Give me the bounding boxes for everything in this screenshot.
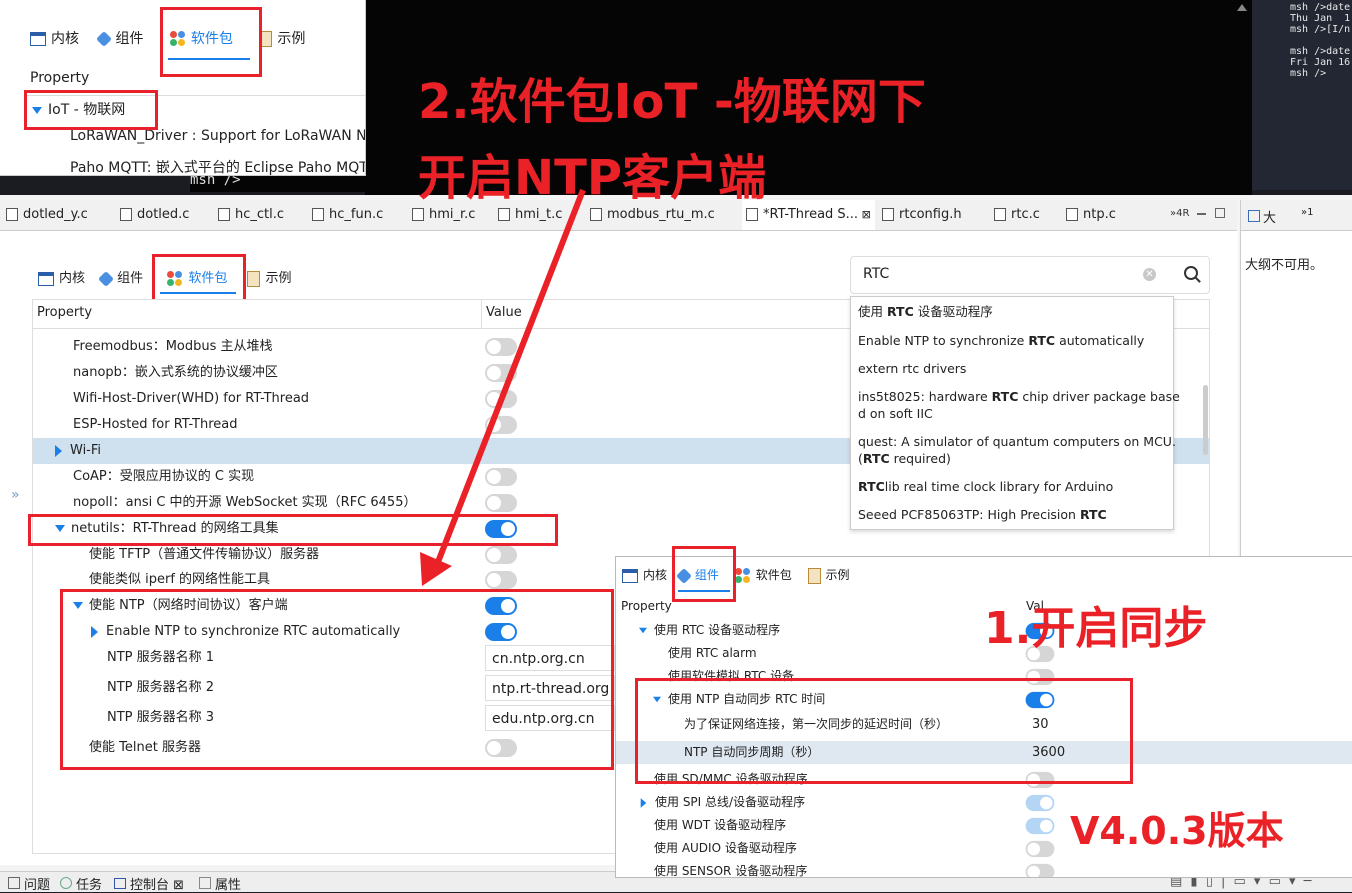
annotation-arrow: [420, 188, 586, 586]
